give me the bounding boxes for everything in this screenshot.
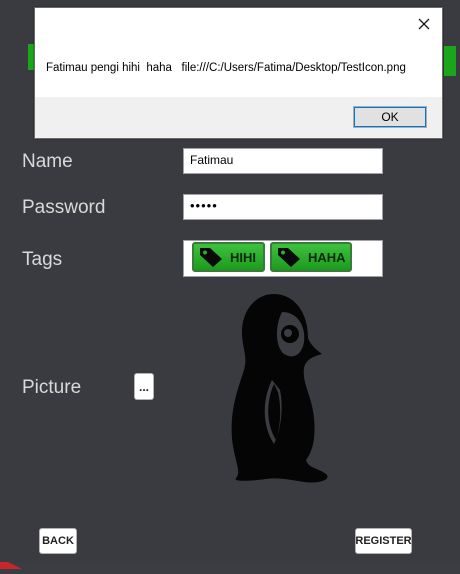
browse-picture-button[interactable]: ... xyxy=(134,373,154,400)
name-field[interactable]: Fatimau xyxy=(183,148,383,174)
tag-chip-hihi[interactable]: HIHI xyxy=(192,242,265,272)
header-fragment-right xyxy=(444,46,456,76)
corner-marker xyxy=(0,556,22,569)
tag-icon xyxy=(198,246,224,268)
ok-button[interactable]: OK xyxy=(353,106,427,128)
tag-chip-haha[interactable]: HAHA xyxy=(270,242,352,272)
password-field[interactable]: ••••• xyxy=(183,194,383,220)
tags-label: Tags xyxy=(22,249,63,270)
tag-label: HIHI xyxy=(230,249,256,265)
name-label: Name xyxy=(22,151,73,172)
picture-label: Picture xyxy=(22,377,82,398)
password-label: Password xyxy=(22,197,106,218)
penguin-icon xyxy=(222,292,334,484)
tag-label: HAHA xyxy=(308,249,346,265)
message-dialog: Fatimau pengi hihi haha file:///C:/Users… xyxy=(34,7,443,139)
dialog-message: Fatimau pengi hihi haha file:///C:/Users… xyxy=(46,62,406,74)
tag-icon xyxy=(276,246,302,268)
close-icon[interactable] xyxy=(414,14,434,34)
dialog-footer: OK xyxy=(35,97,442,138)
register-button[interactable]: REGISTER xyxy=(355,528,412,554)
back-button[interactable]: BACK xyxy=(39,528,77,554)
